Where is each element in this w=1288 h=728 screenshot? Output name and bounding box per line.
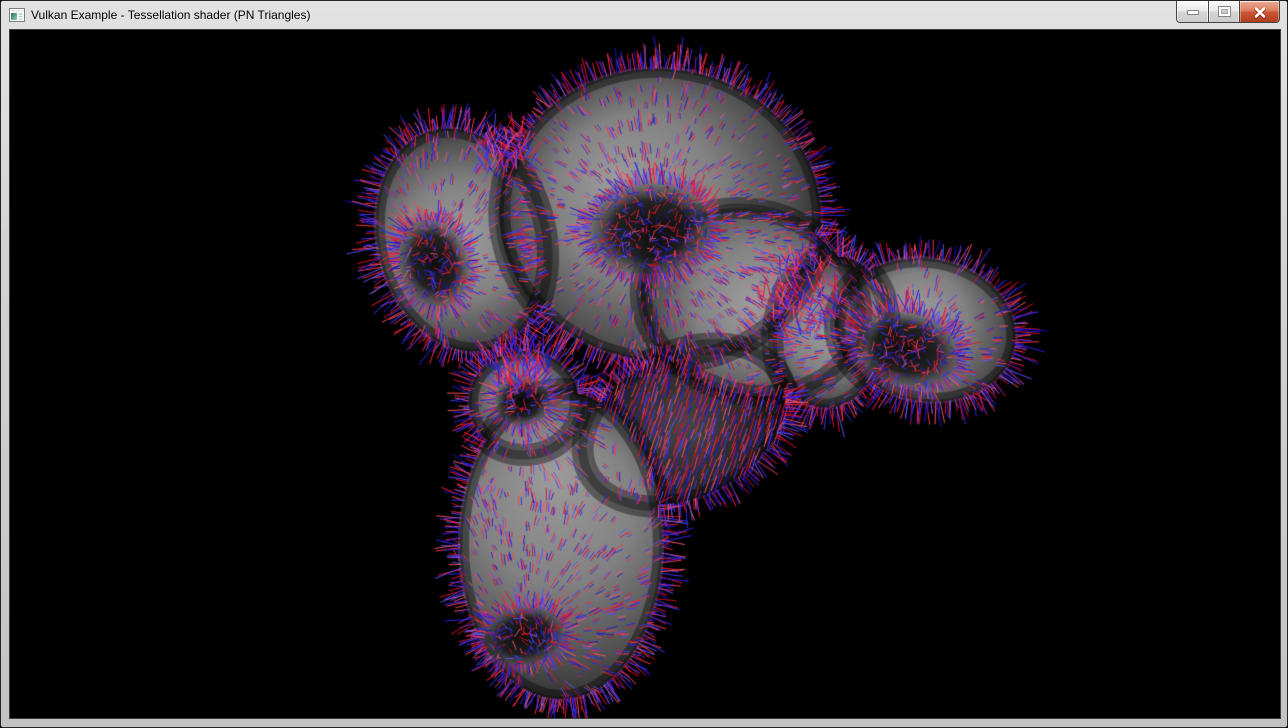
- maximize-square-icon: [1218, 6, 1231, 17]
- minimize-dash-icon: [1187, 10, 1199, 15]
- titlebar[interactable]: Vulkan Example - Tessellation shader (PN…: [1, 1, 1287, 29]
- window-controls: [1176, 1, 1280, 23]
- close-x-icon: [1253, 6, 1267, 24]
- app-window: Vulkan Example - Tessellation shader (PN…: [0, 0, 1288, 728]
- minimize-button[interactable]: [1176, 1, 1208, 23]
- vulkan-render-canvas[interactable]: [10, 30, 1280, 718]
- close-button[interactable]: [1240, 1, 1280, 23]
- render-viewport[interactable]: [9, 29, 1281, 719]
- application-icon: [9, 7, 25, 23]
- maximize-button[interactable]: [1208, 1, 1240, 23]
- window-title: Vulkan Example - Tessellation shader (PN…: [31, 8, 310, 22]
